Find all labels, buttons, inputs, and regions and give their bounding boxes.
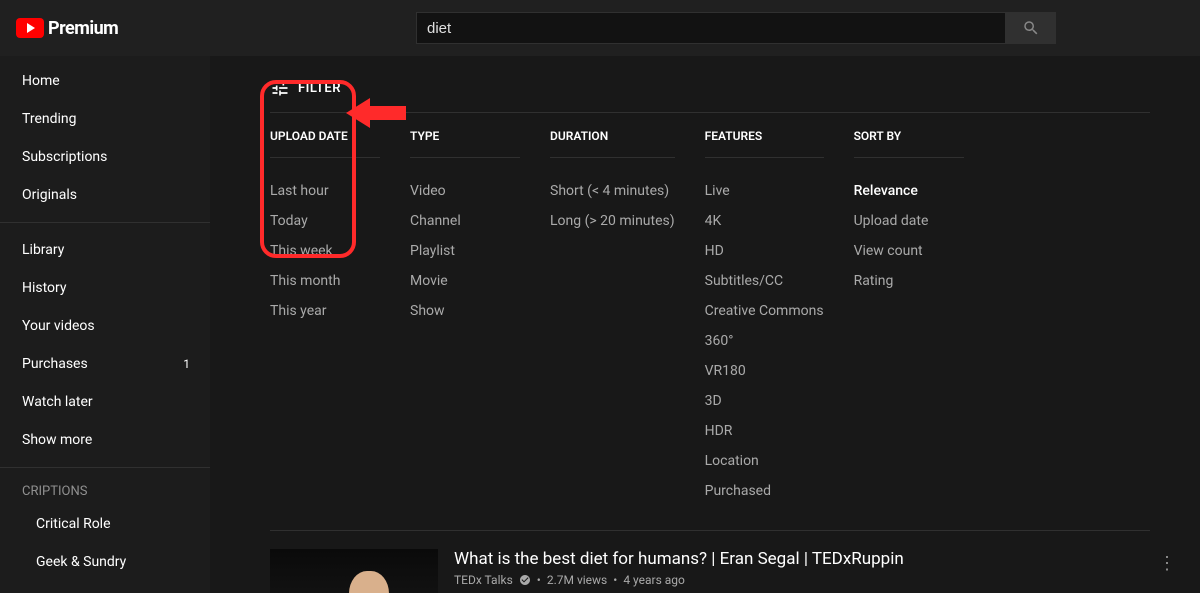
filter-option[interactable]: Today <box>270 206 380 236</box>
filter-option[interactable]: Subtitles/CC <box>705 266 824 296</box>
filter-column: UPLOAD DATE Last hourTodayThis weekThis m… <box>270 129 380 506</box>
search-form <box>416 12 1056 44</box>
filter-option[interactable]: Relevance <box>854 176 964 206</box>
filter-column-head: FEATURES <box>705 129 824 158</box>
filter-option[interactable]: Channel <box>410 206 520 236</box>
video-meta: TEDx Talks•2.7M views•4 years ago <box>454 573 1138 587</box>
filter-column-head: DURATION <box>550 129 675 158</box>
filter-option[interactable]: Show <box>410 296 520 326</box>
filter-option[interactable]: VR180 <box>705 356 824 386</box>
divider <box>0 467 210 468</box>
sidebar-subscription[interactable]: Critical Role <box>0 505 210 543</box>
filter-option[interactable]: Last hour <box>270 176 380 206</box>
badge: 1 <box>183 357 190 371</box>
filter-option[interactable]: 4K <box>705 206 824 236</box>
filter-option[interactable]: Short (< 4 minutes) <box>550 176 675 206</box>
sidebar-item[interactable]: Purchases1 <box>0 345 210 383</box>
sidebar-subscription[interactable]: Smosh Games <box>0 581 210 593</box>
video-thumbnail[interactable]: 19:13 <box>270 549 438 593</box>
filter-option[interactable]: This year <box>270 296 380 326</box>
filter-column-head: UPLOAD DATE <box>270 129 380 158</box>
filter-option[interactable]: Upload date <box>854 206 964 236</box>
sidebar-item[interactable]: Show more <box>0 421 210 459</box>
view-count: 2.7M views <box>547 573 607 587</box>
channel-name[interactable]: TEDx Talks <box>454 573 513 587</box>
search-icon <box>1022 19 1040 37</box>
filter-option[interactable]: Location <box>705 446 824 476</box>
sidebar: HomeTrendingSubscriptionsOriginals Libra… <box>0 56 210 593</box>
video-info: What is the best diet for humans? | Eran… <box>454 549 1138 593</box>
sidebar-item[interactable]: Your videos <box>0 307 210 345</box>
video-age: 4 years ago <box>623 573 685 587</box>
filter-column: DURATION Short (< 4 minutes)Long (> 20 mi… <box>550 129 675 506</box>
filter-column: SORT BY RelevanceUpload dateView countRat… <box>854 129 964 506</box>
subscriptions-heading: CRIPTIONS <box>0 476 210 505</box>
filter-option[interactable]: Rating <box>854 266 964 296</box>
sidebar-item[interactable]: Originals <box>0 176 210 214</box>
filter-column-head: SORT BY <box>854 129 964 158</box>
sidebar-item[interactable]: Subscriptions <box>0 138 210 176</box>
filter-option[interactable]: HDR <box>705 416 824 446</box>
filter-panel: UPLOAD DATE Last hourTodayThis weekThis m… <box>270 112 1150 531</box>
search-input[interactable] <box>416 12 1006 44</box>
search-button[interactable] <box>1006 12 1056 44</box>
video-menu-button[interactable]: ⋮ <box>1154 549 1180 593</box>
youtube-icon <box>16 18 44 38</box>
filter-option[interactable]: 360° <box>705 326 824 356</box>
filter-option[interactable]: 3D <box>705 386 824 416</box>
filter-option[interactable]: Video <box>410 176 520 206</box>
filter-option[interactable]: Live <box>705 176 824 206</box>
filter-option[interactable]: Purchased <box>705 476 824 506</box>
filter-column: TYPE VideoChannelPlaylistMovieShow <box>410 129 520 506</box>
sidebar-item[interactable]: History <box>0 269 210 307</box>
filter-column-head: TYPE <box>410 129 520 158</box>
filter-option[interactable]: HD <box>705 236 824 266</box>
main-content: FILTER UPLOAD DATE Last hourTodayThis wee… <box>210 56 1200 593</box>
logo[interactable]: Premium <box>0 18 236 39</box>
filter-option[interactable]: View count <box>854 236 964 266</box>
verified-icon <box>519 574 531 586</box>
filter-label: FILTER <box>298 81 341 96</box>
divider <box>0 222 210 223</box>
sidebar-item[interactable]: Library <box>0 231 210 269</box>
tune-icon <box>270 78 290 98</box>
video-title[interactable]: What is the best diet for humans? | Eran… <box>454 549 1138 569</box>
header: Premium <box>0 0 1200 56</box>
sidebar-item[interactable]: Trending <box>0 100 210 138</box>
video-result[interactable]: 19:13 What is the best diet for humans? |… <box>270 549 1180 593</box>
filter-option[interactable]: Movie <box>410 266 520 296</box>
filter-option[interactable]: Creative Commons <box>705 296 824 326</box>
sidebar-item[interactable]: Home <box>0 62 210 100</box>
sidebar-item[interactable]: Watch later <box>0 383 210 421</box>
filter-column: FEATURES Live4KHDSubtitles/CCCreative Com… <box>705 129 824 506</box>
filter-button[interactable]: FILTER <box>270 64 1180 112</box>
filter-option[interactable]: This month <box>270 266 380 296</box>
sidebar-subscription[interactable]: Geek & Sundry <box>0 543 210 581</box>
filter-option[interactable]: Playlist <box>410 236 520 266</box>
logo-text: Premium <box>48 18 118 39</box>
filter-option[interactable]: Long (> 20 minutes) <box>550 206 675 236</box>
search-results: 19:13 What is the best diet for humans? |… <box>270 531 1180 593</box>
filter-option[interactable]: This week <box>270 236 380 266</box>
